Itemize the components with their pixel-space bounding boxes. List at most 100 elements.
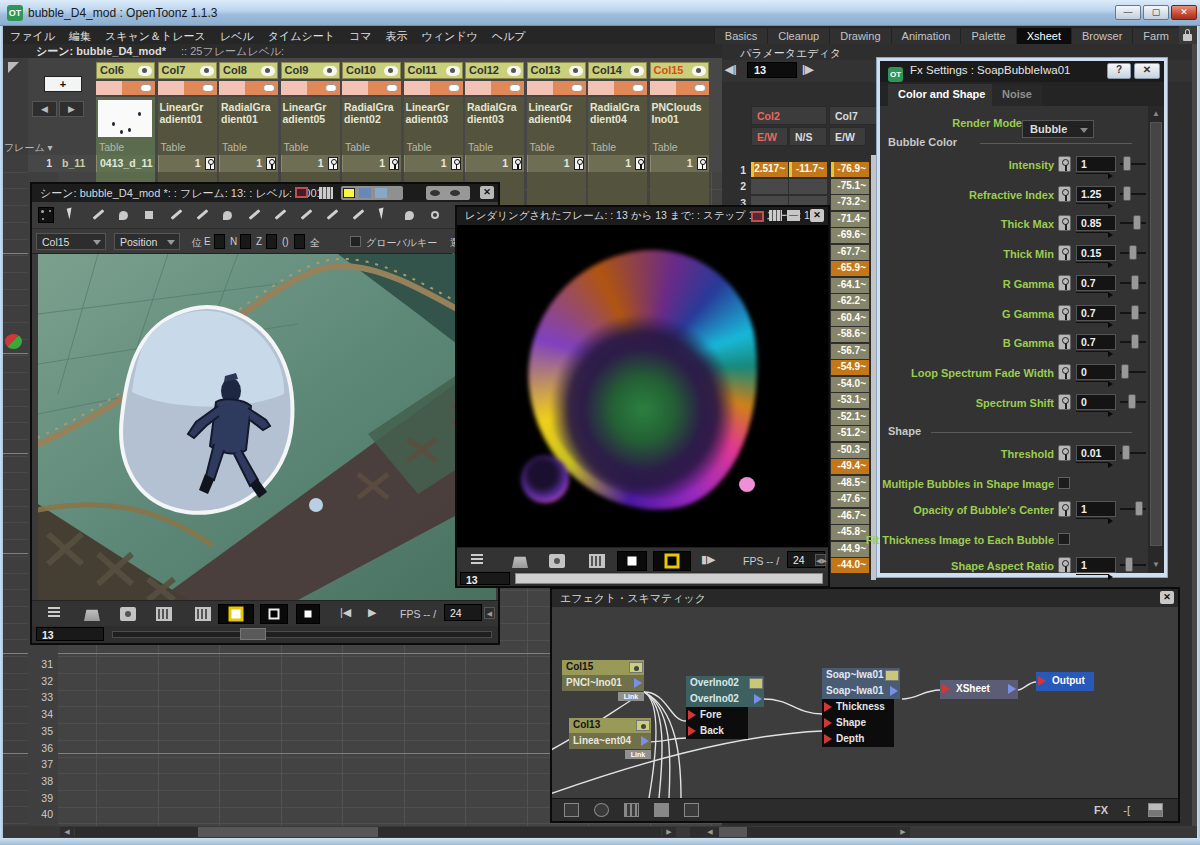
row1-cell-col11[interactable]: 1 [404,155,463,172]
fx-key-icon[interactable] [1058,334,1071,350]
param-cell-col7-10[interactable]: -60.4~ [831,311,869,326]
fx-scroll-down[interactable]: ▼ [1150,559,1162,571]
fx-input[interactable]: 0.7 [1076,275,1116,291]
column-header[interactable]: Col10 [342,62,401,79]
tab-color-and-shape[interactable]: Color and Shape [888,84,995,106]
render-frame-input[interactable]: 13 [460,572,510,585]
node-link-icon[interactable] [885,670,899,681]
add-frames-button[interactable]: + [44,76,82,92]
tool-icon-7[interactable] [220,207,236,223]
camera-rec-icon[interactable] [295,187,308,198]
frame-dropdown[interactable]: フレーム ▾ [4,141,53,155]
param-cell-col7-2[interactable]: -75.1~ [831,179,869,194]
param-cell-col7-25[interactable]: -44.0~ [831,558,869,573]
field-so[interactable] [294,234,305,249]
param-cell-col7-24[interactable]: -44.9~ [831,542,869,557]
port-thickness[interactable]: Thickness [822,699,894,715]
scroll-left-button[interactable]: ◀ [60,827,74,837]
filter-toggle[interactable] [509,84,521,92]
eye-icons[interactable] [426,186,470,200]
tool-icon-15[interactable] [428,207,444,223]
key-icon[interactable] [328,157,338,170]
param-cell-col7-6[interactable]: -67.7~ [831,245,869,260]
snapshot-icon[interactable] [156,607,172,621]
param-cell-col7-9[interactable]: -62.2~ [831,294,869,309]
node-xsheet[interactable]: XSheet [940,680,1018,699]
field-e[interactable] [214,234,225,249]
param-cell-col7-20[interactable]: -48.5~ [831,476,869,491]
fx-key-icon[interactable] [1058,394,1071,410]
menu-4[interactable]: タイムシート [261,27,342,45]
checker-button[interactable] [296,604,320,624]
port-back[interactable]: Back [686,723,748,739]
menu-6[interactable]: 表示 [378,27,414,45]
param-cell-col2ew-1[interactable]: 2.517~ [751,162,788,177]
render-mode-dropdown[interactable]: Bubble [1022,120,1094,138]
schematic-title-bar[interactable]: エフェクト・スキマティック [552,589,1178,607]
eye-icon[interactable] [323,66,337,76]
render-rec-icon[interactable] [751,211,764,222]
render-canvas[interactable] [457,225,828,547]
tool-icon-12[interactable] [350,207,366,223]
fx-key-icon[interactable] [1058,305,1071,321]
close-button[interactable]: ✕ [1171,5,1197,20]
tool-option-dropdown[interactable]: Position [114,233,180,250]
node-link-icon[interactable] [749,678,763,689]
column-header[interactable]: Col14 [588,62,647,79]
key-icon[interactable] [451,157,461,170]
fx-slider-handle[interactable] [1123,156,1131,171]
filter-toggle[interactable] [140,84,152,92]
column-header[interactable]: Col8 [219,62,278,79]
subcamera-preview-button[interactable] [260,604,288,624]
node-eye-icon[interactable] [629,662,643,673]
fx-checkbox[interactable] [1058,477,1070,489]
key-icon[interactable] [635,157,645,170]
fx-slider-handle[interactable] [1135,501,1143,516]
options-icon[interactable] [48,607,60,621]
column-header[interactable]: Col15 [650,62,709,79]
fx-close-button[interactable]: ✕ [1134,63,1160,79]
column-header[interactable]: Col12 [465,62,524,79]
menu-1[interactable]: 編集 [62,27,98,45]
fx-key-icon[interactable] [1058,501,1071,517]
render-white-btn[interactable] [617,551,647,571]
param-cell-col7-17[interactable]: -51.2~ [831,426,869,441]
render-film-icon[interactable] [589,554,605,568]
fx-slider[interactable] [1120,252,1146,254]
compare-icon[interactable] [195,607,211,621]
param-cell-col7-7[interactable]: -65.9~ [831,261,869,276]
eye-icon[interactable] [384,66,398,76]
scrollbar2-thumb[interactable] [719,827,747,837]
fx-slider[interactable] [1120,222,1146,224]
node-col15[interactable]: Col15 PNCl~Ino01 Link [562,660,644,691]
key-icon[interactable] [512,157,522,170]
fx-slider[interactable] [1120,282,1146,284]
column-header[interactable]: Col11 [404,62,463,79]
column-filter-bar[interactable] [465,81,524,95]
tool-icon-0[interactable] [38,207,54,223]
focus-icon[interactable] [594,803,609,817]
camera-icon[interactable] [120,607,136,621]
eye-icon[interactable] [507,66,521,76]
column-header[interactable]: Col6 [96,62,155,79]
port-fore[interactable]: Fore [686,707,748,723]
fx-slider-handle[interactable] [1131,334,1139,349]
column-select-dropdown[interactable]: Col15 [36,233,106,250]
param-cell-col7-19[interactable]: -49.4~ [831,459,869,474]
fx-slider-handle[interactable] [1125,557,1133,572]
filter-toggle[interactable] [448,84,460,92]
scrollbar-thumb[interactable] [198,827,378,837]
eye-icon[interactable] [692,66,706,76]
fx-slider-handle[interactable] [1128,394,1136,409]
fx-slider-handle[interactable] [1122,445,1130,460]
render-tool-icon[interactable] [512,554,528,568]
fx-slider[interactable] [1120,508,1146,510]
filter-toggle[interactable] [263,84,275,92]
render-fps-arrows[interactable]: ◀▶ [815,554,826,566]
tool-icon-4[interactable] [142,207,158,223]
output-port-icon[interactable] [634,678,642,688]
key-icon[interactable] [697,157,707,170]
fx-input[interactable]: 0.7 [1076,334,1116,350]
viewer-canvas[interactable] [38,254,496,600]
fx-slider[interactable] [1120,371,1146,373]
